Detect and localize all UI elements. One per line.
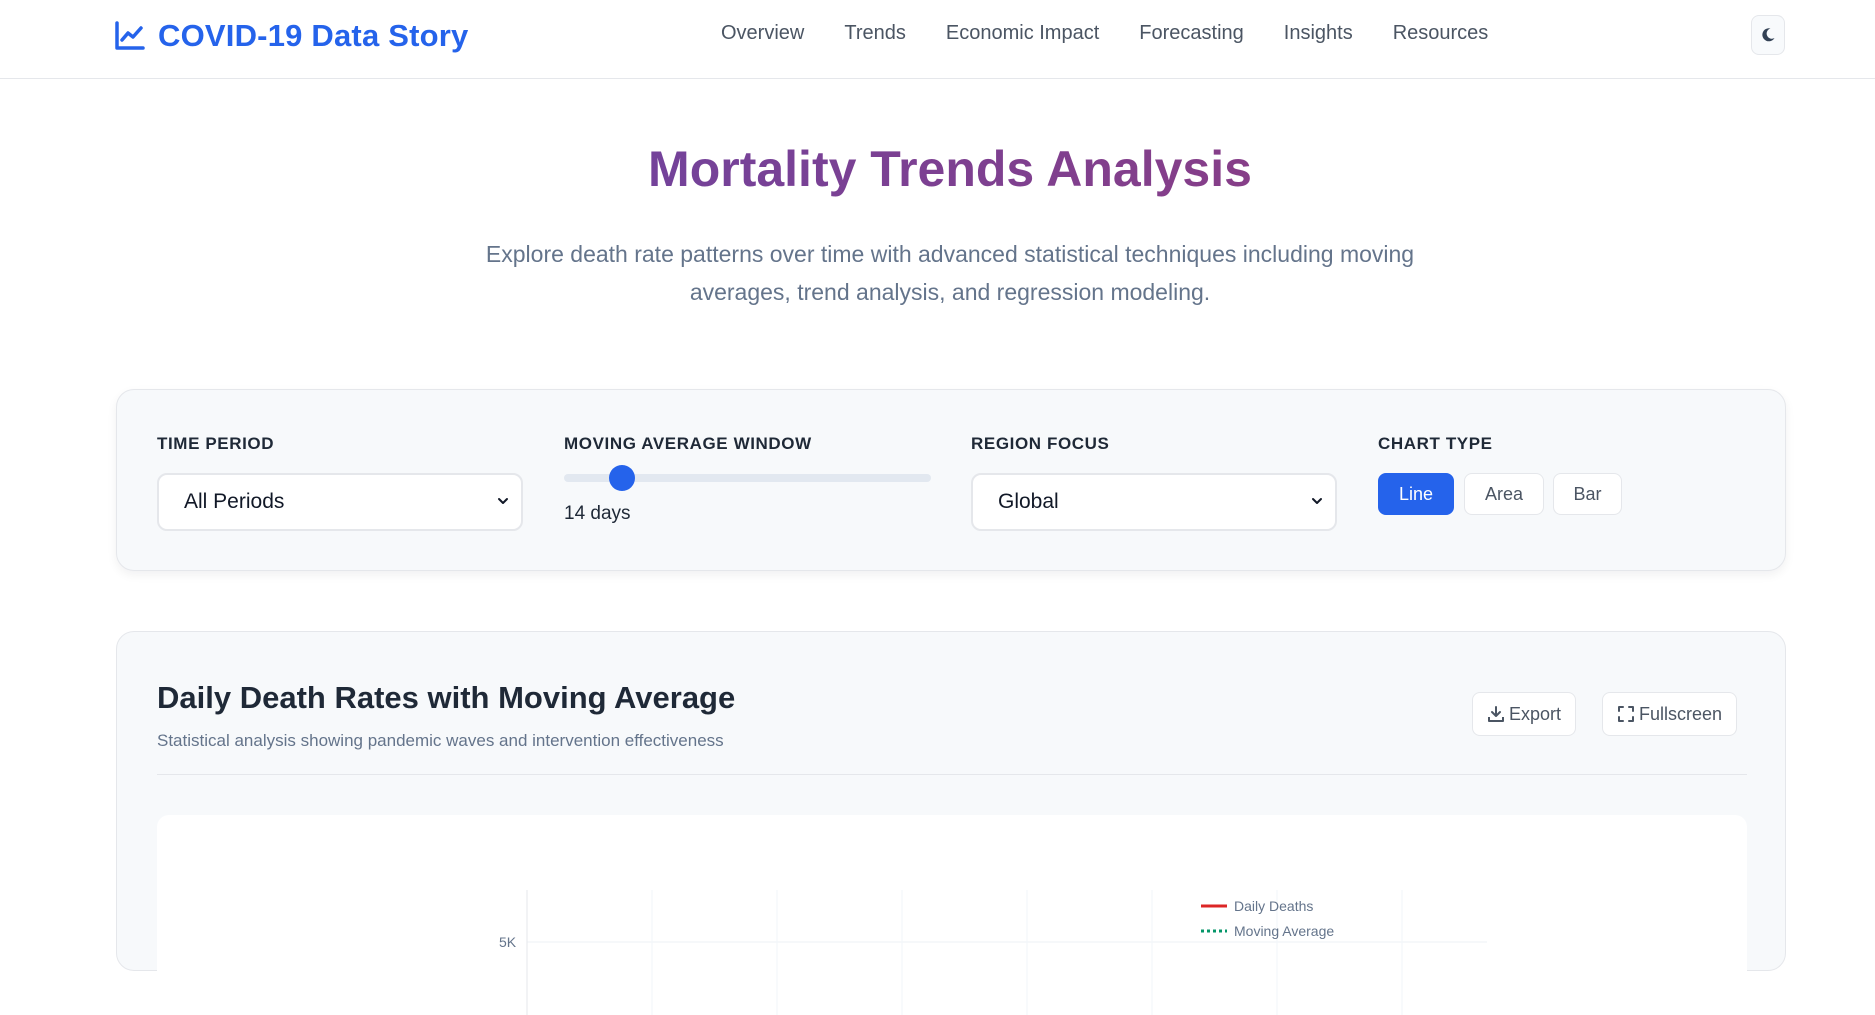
fullscreen-label: Fullscreen <box>1639 703 1723 724</box>
legend-daily-deaths-label: Daily Deaths <box>1234 898 1313 914</box>
page-subtitle: Explore death rate patterns over time wi… <box>450 235 1450 311</box>
y-tick-label: 5K <box>499 934 517 950</box>
chevron-down-icon <box>498 498 508 504</box>
moving-average-value: 14 days <box>564 503 631 524</box>
chart-subtitle: Statistical analysis showing pandemic wa… <box>157 731 724 750</box>
line-chart-icon <box>115 21 145 50</box>
time-period-value: All Periods <box>184 490 285 513</box>
time-period-label: Time Period <box>157 434 275 453</box>
moving-average-slider-thumb[interactable] <box>609 465 635 491</box>
nav-insights[interactable]: Insights <box>1284 22 1353 45</box>
export-button[interactable]: Export <box>1472 692 1577 736</box>
mortality-line-chart: 5K Daily Deaths Moving Average <box>499 890 1487 1015</box>
region-focus-value: Global <box>998 490 1059 513</box>
nav-resources[interactable]: Resources <box>1393 22 1489 45</box>
page-title: Mortality Trends Analysis <box>0 140 1875 198</box>
theme-toggle-button[interactable] <box>1751 15 1785 55</box>
nav-economic-impact[interactable]: Economic Impact <box>946 22 1099 45</box>
page-subtitle-line-2: averages, trend analysis, and regression… <box>689 279 1211 305</box>
region-focus-label: Region Focus <box>971 434 1110 453</box>
chart-divider <box>157 774 1747 775</box>
region-focus-select[interactable]: Global <box>971 473 1337 531</box>
chart-grid <box>527 890 1487 1015</box>
fullscreen-button[interactable]: Fullscreen <box>1602 692 1738 736</box>
controls-panel: Time Period All Periods Moving Average W… <box>116 389 1786 571</box>
main-nav: Overview Trends Economic Impact Forecast… <box>721 22 1488 45</box>
chevron-down-icon <box>1312 498 1322 504</box>
export-label: Export <box>1509 703 1562 724</box>
chart-plot-area: 5K Daily Deaths Moving Average <box>157 815 1747 1015</box>
chart-type-line-button[interactable]: Line <box>1378 473 1454 515</box>
chart-legend: Daily Deaths Moving Average <box>1201 898 1334 939</box>
time-period-select[interactable]: All Periods <box>157 473 523 531</box>
nav-overview[interactable]: Overview <box>721 22 804 45</box>
moon-icon <box>1762 28 1775 42</box>
chart-card: Daily Death Rates with Moving Average St… <box>116 631 1786 1015</box>
legend-moving-average-label: Moving Average <box>1234 923 1334 939</box>
chart-title: Daily Death Rates with Moving Average <box>157 680 736 715</box>
top-navbar: COVID-19 Data Story Overview Trends Econ… <box>0 0 1875 79</box>
page-subtitle-line-1: Explore death rate patterns over time wi… <box>485 241 1415 267</box>
nav-forecasting[interactable]: Forecasting <box>1139 22 1244 45</box>
download-icon <box>1488 706 1504 722</box>
chart-type-label: Chart Type <box>1378 434 1493 453</box>
chart-type-area-button[interactable]: Area <box>1464 473 1544 515</box>
expand-icon <box>1618 706 1634 722</box>
moving-average-label: Moving Average Window <box>564 434 812 453</box>
chart-type-bar-button[interactable]: Bar <box>1553 473 1622 515</box>
brand-title: COVID-19 Data Story <box>158 18 469 53</box>
brand[interactable]: COVID-19 Data Story <box>114 18 468 54</box>
nav-trends[interactable]: Trends <box>844 22 906 45</box>
